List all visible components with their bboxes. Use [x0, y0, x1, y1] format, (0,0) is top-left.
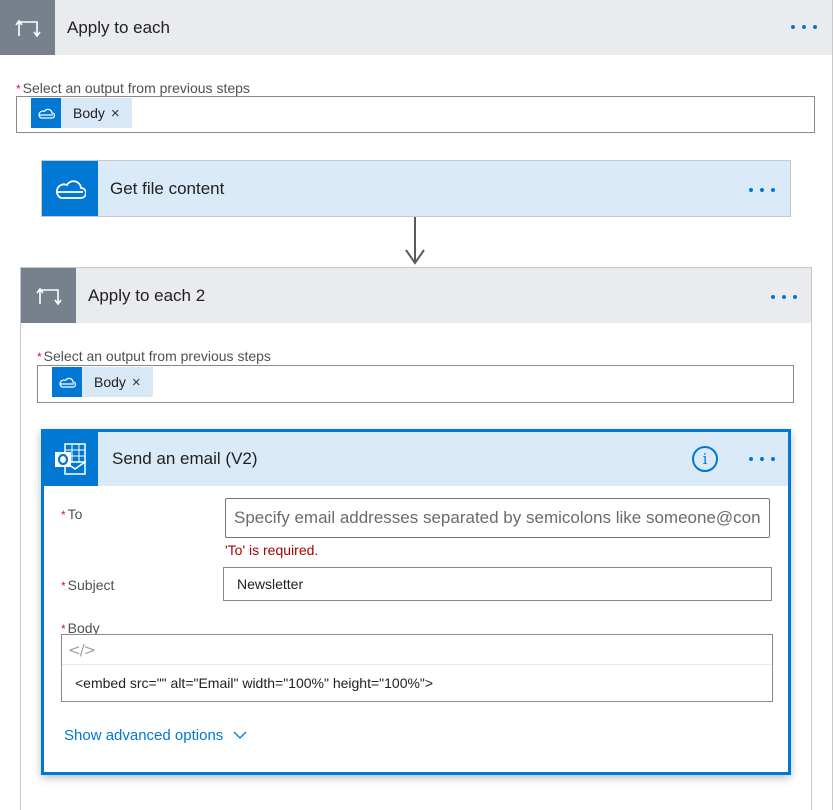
- subject-input[interactable]: Newsletter: [223, 567, 772, 601]
- more-options-icon[interactable]: [749, 457, 775, 461]
- remove-token-icon[interactable]: ×: [111, 105, 132, 122]
- apply-to-each-header[interactable]: Apply to each: [0, 0, 832, 55]
- apply-to-each-2-title: Apply to each 2: [88, 285, 206, 305]
- show-advanced-options-link[interactable]: Show advanced options: [64, 727, 247, 744]
- code-view-icon[interactable]: </>: [68, 641, 96, 659]
- body-token[interactable]: Body ×: [31, 98, 132, 128]
- required-marker: *: [61, 579, 66, 593]
- to-input[interactable]: Specify email addresses separated by sem…: [225, 498, 770, 538]
- more-options-icon[interactable]: [749, 188, 775, 192]
- select-output-label: * Select an output from previous steps: [37, 348, 271, 364]
- info-icon[interactable]: i: [692, 446, 718, 472]
- required-marker: *: [37, 350, 42, 364]
- get-file-content-card[interactable]: Get file content: [41, 160, 791, 217]
- more-options-icon[interactable]: [771, 295, 797, 299]
- select-output-input[interactable]: Body ×: [37, 365, 794, 403]
- apply-to-each-title: Apply to each: [67, 17, 171, 37]
- send-email-title: Send an email (V2): [112, 449, 258, 468]
- body-token[interactable]: Body ×: [52, 367, 153, 397]
- select-output-label-text: Select an output from previous steps: [22, 80, 250, 96]
- required-marker: *: [61, 508, 66, 522]
- to-error-message: 'To' is required.: [225, 542, 319, 558]
- remove-token-icon[interactable]: ×: [132, 374, 153, 391]
- send-email-header[interactable]: Send an email (V2) i: [44, 432, 788, 486]
- subject-label-text: Subject: [67, 577, 115, 593]
- body-editor[interactable]: </> <embed src="" alt="Email" width="100…: [61, 634, 773, 702]
- body-toolbar: </>: [62, 635, 772, 665]
- more-options-icon[interactable]: [791, 25, 817, 29]
- select-output-input[interactable]: Body ×: [16, 96, 815, 133]
- onedrive-icon: [31, 98, 61, 128]
- chevron-down-icon: [233, 731, 247, 739]
- get-file-content-title: Get file content: [110, 178, 225, 198]
- body-content[interactable]: <embed src="" alt="Email" width="100%" h…: [62, 665, 772, 691]
- required-marker: *: [16, 82, 21, 96]
- body-token-label: Body: [73, 105, 105, 121]
- loop-icon: [0, 0, 55, 55]
- to-label: * To: [61, 506, 82, 522]
- subject-label: * Subject: [61, 577, 114, 593]
- show-advanced-options-label: Show advanced options: [64, 727, 224, 744]
- apply-to-each-2-header[interactable]: Apply to each 2: [21, 268, 811, 323]
- outlook-icon: [44, 432, 98, 486]
- to-label-text: To: [67, 506, 83, 522]
- onedrive-icon: [42, 161, 98, 216]
- select-output-label-text: Select an output from previous steps: [43, 348, 271, 364]
- onedrive-icon: [52, 367, 82, 397]
- select-output-label: * Select an output from previous steps: [16, 80, 250, 96]
- loop-icon: [21, 268, 76, 323]
- body-token-label: Body: [94, 374, 126, 390]
- send-email-card: Send an email (V2) i * To Specify email a…: [41, 429, 791, 775]
- flow-arrow-icon: [405, 249, 425, 265]
